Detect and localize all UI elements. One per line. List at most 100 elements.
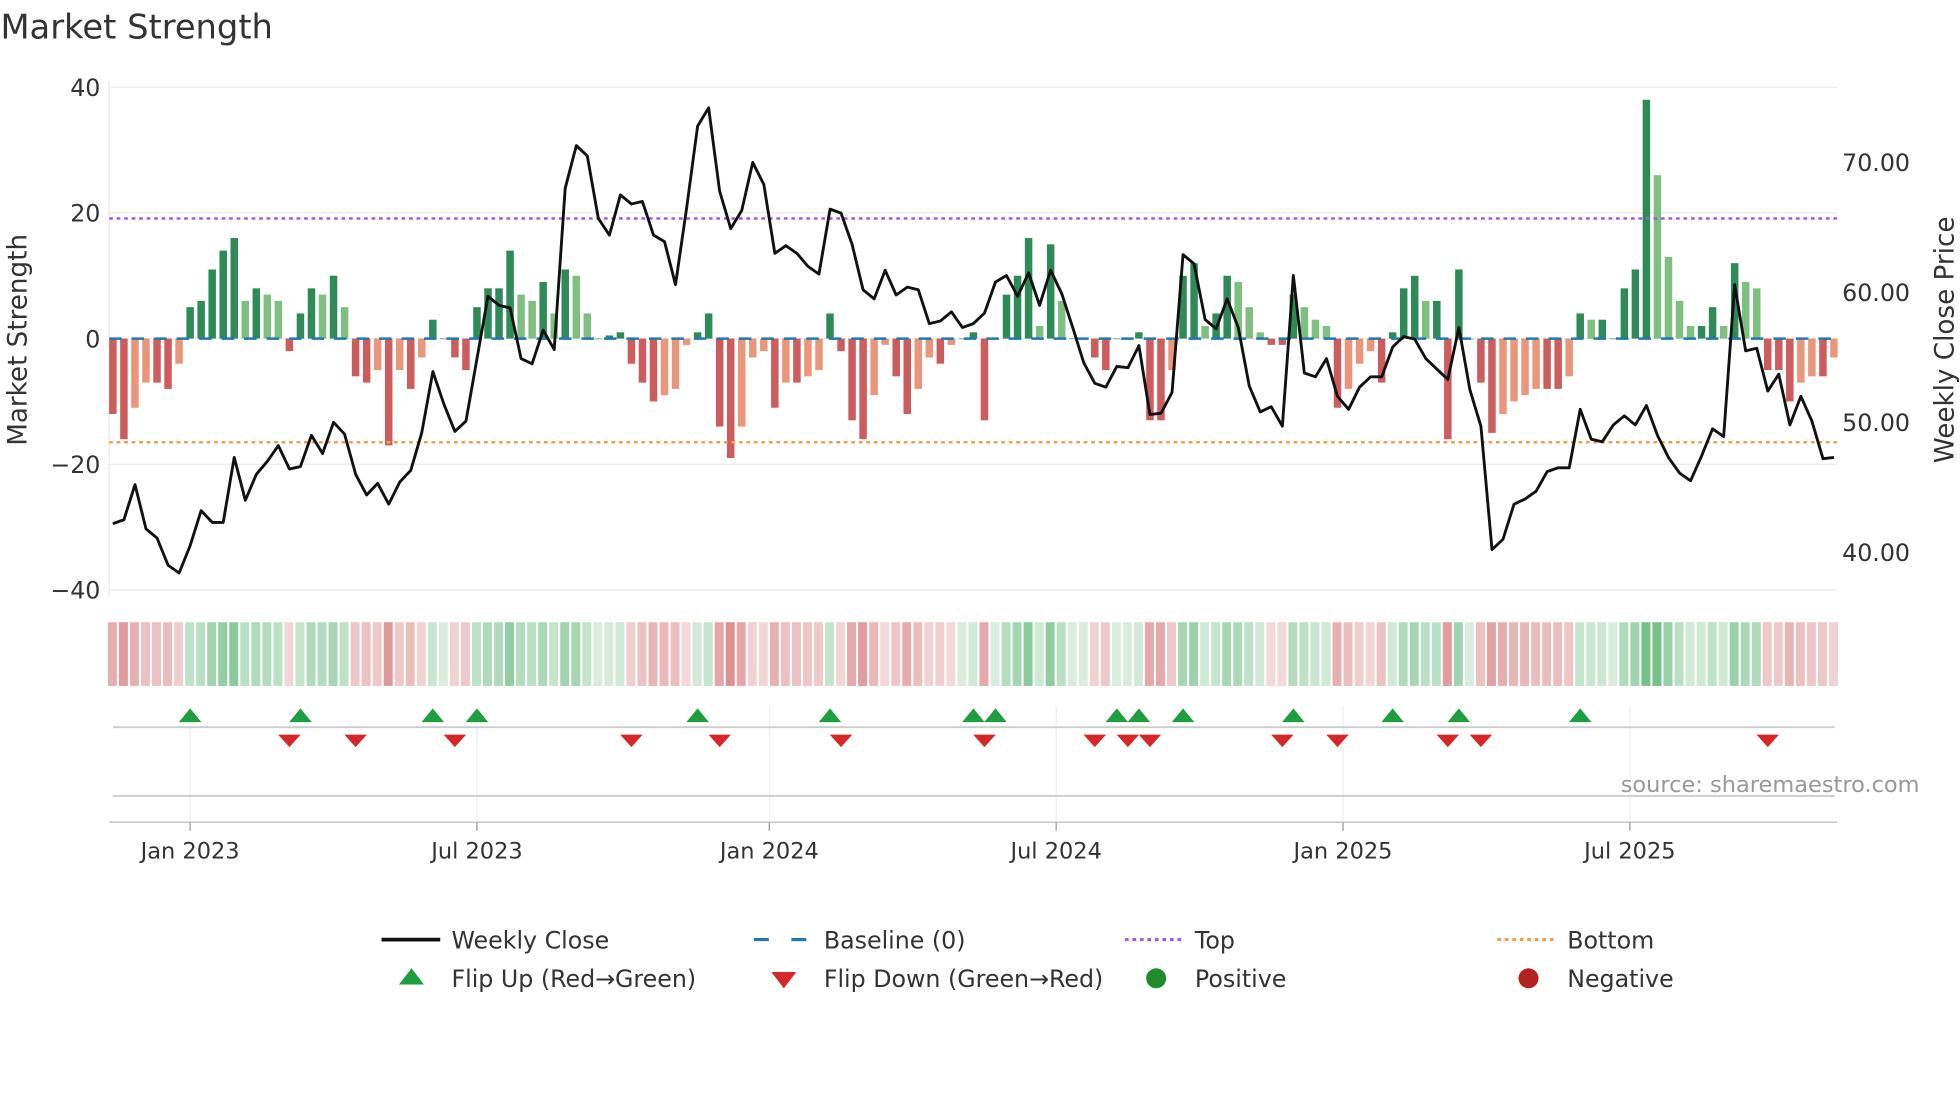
heat-cell — [1045, 622, 1055, 686]
y2-tick-label: 50.00 — [1842, 409, 1910, 437]
strength-bar — [1102, 338, 1110, 371]
strength-bar — [726, 338, 735, 459]
flip-down-marker — [1138, 734, 1162, 748]
strength-bar — [1543, 338, 1551, 389]
flip-up-marker — [818, 708, 842, 723]
heat-cell — [979, 622, 989, 686]
heat-cell — [118, 622, 128, 686]
strength-bar — [407, 338, 415, 389]
strength-bar — [1013, 275, 1022, 339]
strength-bar — [384, 338, 393, 446]
flip-up-marker — [1127, 708, 1151, 723]
strength-bar — [197, 300, 205, 339]
y2-tick-label: 60.00 — [1842, 279, 1910, 307]
heat-cell — [1189, 622, 1199, 686]
strength-bar — [1311, 319, 1320, 339]
heat-cell — [681, 622, 691, 686]
heat-cell — [637, 622, 647, 686]
flip-down-marker — [1083, 734, 1107, 748]
heat-cell — [1299, 622, 1309, 686]
strength-bar — [153, 338, 161, 383]
strength-bar — [1091, 338, 1099, 358]
x-tick-label: Jan 2025 — [1292, 838, 1393, 864]
heat-cell — [813, 622, 823, 686]
heat-cell — [571, 622, 581, 686]
heat-cell — [163, 622, 173, 686]
heat-cell — [538, 622, 548, 686]
heat-cell — [847, 622, 857, 686]
flip-up-marker — [1171, 708, 1195, 723]
strength-bar — [1399, 288, 1408, 339]
strength-bar — [318, 294, 327, 339]
chart-title: Market Strength — [0, 8, 272, 47]
heat-cell — [505, 622, 515, 686]
heat-cell — [1442, 622, 1452, 686]
y-tick-label: −40 — [50, 577, 100, 605]
heat-cell — [1067, 622, 1077, 686]
heat-cell — [1597, 622, 1607, 686]
strength-bar — [1046, 244, 1055, 339]
heat-cell — [957, 622, 967, 686]
x-tick-label: Jul 2025 — [1582, 838, 1675, 864]
strength-bar — [980, 338, 989, 421]
strength-bar — [671, 338, 680, 389]
strength-bar — [1565, 338, 1573, 377]
strength-bar — [164, 338, 172, 389]
legend-item: Top — [1124, 926, 1235, 954]
strength-bar — [351, 338, 360, 377]
flip-down-marker — [829, 734, 853, 748]
heat-cell — [924, 622, 934, 686]
flip-down-marker — [620, 734, 643, 748]
strength-bar — [186, 307, 194, 339]
heat-cell — [1784, 622, 1794, 686]
heat-cell — [494, 622, 504, 686]
heat-cell — [1167, 622, 1177, 686]
strength-bar — [120, 338, 128, 440]
legend-label: Positive — [1195, 965, 1286, 993]
heat-cell — [1200, 622, 1210, 686]
heat-cell — [1431, 622, 1441, 686]
heat-cell — [593, 622, 603, 686]
flip-down-marker — [1756, 734, 1780, 748]
weekly-close-line — [112, 106, 1835, 575]
heat-cell — [1564, 622, 1574, 686]
strength-bar — [914, 338, 923, 389]
strength-bar — [749, 338, 757, 358]
flip-up-marker — [1105, 708, 1129, 723]
heat-cell — [1233, 622, 1243, 686]
heat-cell — [1222, 622, 1232, 686]
strength-bar — [1300, 307, 1309, 339]
strength-bar — [473, 307, 481, 339]
heat-cell — [1509, 622, 1519, 686]
heat-cell — [527, 622, 537, 686]
strength-bar — [1752, 288, 1761, 339]
strength-bar — [1433, 300, 1441, 339]
legend-item: Positive — [1146, 965, 1286, 993]
heat-cell — [1365, 622, 1375, 686]
strength-bar — [131, 338, 139, 408]
heat-cell — [460, 622, 470, 686]
strength-bar — [219, 250, 227, 339]
strength-bar — [704, 313, 713, 339]
flip-down-marker — [1436, 734, 1460, 748]
heat-cell — [1486, 622, 1496, 686]
strength-bar — [1366, 338, 1375, 352]
flip-down-marker — [708, 734, 731, 748]
strength-bar — [1510, 338, 1518, 402]
y-tick-label: 20 — [70, 200, 100, 228]
y2-axis-label: Weekly Close Price — [1930, 217, 1960, 464]
flip-up-marker — [984, 708, 1007, 723]
strength-bar — [495, 288, 503, 339]
legend-item: Negative — [1518, 965, 1674, 993]
strength-bar — [1675, 300, 1684, 339]
y-tick-label: 40 — [70, 74, 100, 102]
heat-cell — [185, 622, 195, 686]
strength-bar — [241, 300, 250, 339]
strength-bar — [1719, 326, 1728, 339]
strength-bar — [1024, 238, 1033, 339]
strength-bar — [1201, 326, 1209, 339]
y2-tick-label: 70.00 — [1842, 149, 1910, 177]
heat-cell — [1001, 622, 1011, 686]
heat-cell — [1663, 622, 1673, 686]
strength-bar — [395, 338, 404, 371]
